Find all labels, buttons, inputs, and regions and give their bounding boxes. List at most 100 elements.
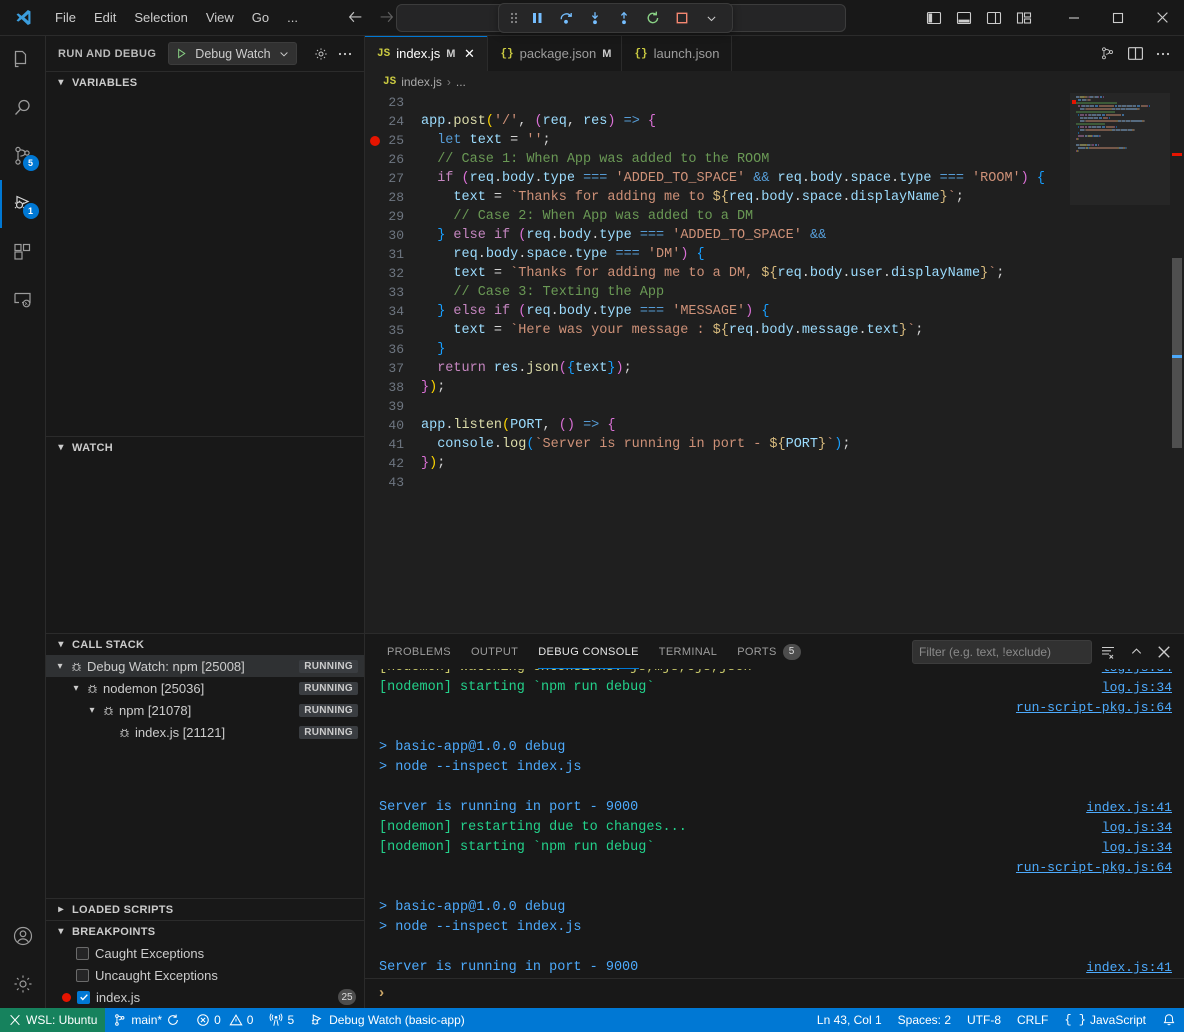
breakpoint-dot-icon[interactable]	[370, 136, 380, 146]
minimize-icon[interactable]	[1052, 0, 1096, 36]
code-line[interactable]: 35 text = `Here was your message : ${req…	[365, 321, 1184, 340]
status-encoding[interactable]: UTF-8	[959, 1008, 1009, 1032]
more-editor-actions-icon[interactable]	[1150, 41, 1176, 67]
open-launch-json-button[interactable]	[310, 43, 332, 65]
activitybar-item-source-control[interactable]: 5	[0, 132, 46, 180]
pane-header-breakpoints[interactable]: ▾ BREAKPOINTS	[46, 920, 364, 942]
debug-configuration-selector[interactable]: Debug Watch	[168, 42, 296, 65]
chevron-down-icon[interactable]: ▾	[84, 705, 100, 716]
call-stack-row[interactable]: ▾ npm [21078] RUNNING	[46, 699, 364, 721]
console-source-link[interactable]: index.js:41	[1086, 958, 1172, 978]
menu-view[interactable]: View	[197, 7, 243, 28]
panel-tab-terminal[interactable]: TERMINAL	[649, 634, 727, 669]
breadcrumb-tail[interactable]: ...	[456, 75, 466, 89]
line-number[interactable]: 34	[365, 302, 413, 321]
layout-sidebar-left-icon[interactable]	[920, 6, 948, 30]
breakpoint-row-index-js[interactable]: index.js 25	[46, 986, 364, 1008]
code-editor[interactable]: 23 24app.post('/', (req, res) => {25 let…	[365, 93, 1184, 633]
status-problems[interactable]: 0 0	[188, 1008, 261, 1032]
code-line[interactable]: 26 // Case 1: When App was added to the …	[365, 150, 1184, 169]
console-source-link[interactable]: run-script-pkg.js:64	[1016, 698, 1172, 718]
console-line[interactable]	[365, 938, 1184, 958]
status-language-mode[interactable]: { } JavaScript	[1056, 1008, 1154, 1032]
line-number[interactable]: 25	[365, 131, 413, 150]
maximize-panel-icon[interactable]	[1124, 640, 1148, 664]
status-eol[interactable]: CRLF	[1009, 1008, 1056, 1032]
code-line[interactable]: 25 let text = '';	[365, 131, 1184, 150]
line-number[interactable]: 24	[365, 112, 413, 131]
breakpoint-row-uncaught-exceptions[interactable]: Uncaught Exceptions	[46, 964, 364, 986]
console-line[interactable]: [nodemon] starting `npm run debug`log.js…	[365, 678, 1184, 698]
menu-edit[interactable]: Edit	[85, 7, 125, 28]
views-and-more-actions-button[interactable]	[334, 43, 356, 65]
code-line[interactable]: 31 req.body.space.type === 'DM') {	[365, 245, 1184, 264]
console-source-link[interactable]: run-script-pkg.js:64	[1016, 858, 1172, 878]
pane-header-call-stack[interactable]: ▾ CALL STACK	[46, 633, 364, 655]
activitybar-item-manage-settings[interactable]	[0, 960, 46, 1008]
panel-tab-problems[interactable]: PROBLEMS	[377, 634, 461, 669]
code-line[interactable]: 32 text = `Thanks for adding me to a DM,…	[365, 264, 1184, 283]
split-editor-icon[interactable]	[1122, 41, 1148, 67]
line-number[interactable]: 36	[365, 340, 413, 359]
play-icon[interactable]	[175, 47, 188, 60]
line-number[interactable]: 33	[365, 283, 413, 302]
panel-tab-ports[interactable]: PORTS 5	[727, 634, 810, 669]
console-line[interactable]: [nodemon] starting `npm run debug`log.js…	[365, 838, 1184, 858]
console-line[interactable]: > basic-app@1.0.0 debug	[365, 738, 1184, 758]
line-number[interactable]: 31	[365, 245, 413, 264]
code-line[interactable]: 36 }	[365, 340, 1184, 359]
code-line[interactable]: 34 } else if (req.body.type === 'MESSAGE…	[365, 302, 1184, 321]
breakpoint-checkbox[interactable]	[76, 969, 89, 982]
sync-icon[interactable]	[166, 1013, 180, 1027]
code-line[interactable]: 23	[365, 93, 1184, 112]
step-over-button[interactable]	[553, 6, 579, 30]
console-line[interactable]: > basic-app@1.0.0 debug	[365, 898, 1184, 918]
pane-header-loaded-scripts[interactable]: ▸ LOADED SCRIPTS	[46, 898, 364, 920]
drag-grip-icon[interactable]	[507, 6, 521, 30]
line-number[interactable]: 35	[365, 321, 413, 340]
activitybar-item-search[interactable]	[0, 84, 46, 132]
console-line[interactable]: run-script-pkg.js:64	[365, 698, 1184, 718]
activitybar-item-extensions[interactable]	[0, 228, 46, 276]
status-ports[interactable]: 5	[261, 1008, 302, 1032]
activitybar-item-remote-explorer[interactable]	[0, 276, 46, 324]
line-number[interactable]: 29	[365, 207, 413, 226]
minimap[interactable]	[1070, 93, 1170, 633]
code-line[interactable]: 38});	[365, 378, 1184, 397]
console-line[interactable]: [nodemon] watching extensions: js,mjs,cj…	[365, 669, 1184, 678]
menu-file[interactable]: File	[46, 7, 85, 28]
code-line[interactable]: 41 console.log(`Server is running in por…	[365, 435, 1184, 454]
code-line[interactable]: 29 // Case 2: When App was added to a DM	[365, 207, 1184, 226]
menu-go[interactable]: Go	[243, 7, 278, 28]
layout-panel-icon[interactable]	[950, 6, 978, 30]
console-line[interactable]: [nodemon] restarting due to changes...lo…	[365, 818, 1184, 838]
line-number[interactable]: 42	[365, 454, 413, 473]
code-line[interactable]: 28 text = `Thanks for adding me to ${req…	[365, 188, 1184, 207]
editor-vertical-scrollbar[interactable]	[1170, 93, 1184, 633]
status-branch[interactable]: main*	[105, 1008, 188, 1032]
code-line[interactable]: 43	[365, 473, 1184, 492]
code-line[interactable]: 40app.listen(PORT, () => {	[365, 416, 1184, 435]
menu-more[interactable]: ...	[278, 7, 307, 28]
code-line[interactable]: 37 return res.json({text});	[365, 359, 1184, 378]
step-out-button[interactable]	[611, 6, 637, 30]
layout-sidebar-right-icon[interactable]	[980, 6, 1008, 30]
console-line[interactable]: Server is running in port - 9000index.js…	[365, 958, 1184, 978]
console-line[interactable]: Server is running in port - 9000index.js…	[365, 798, 1184, 818]
chevron-down-icon[interactable]: ▾	[68, 683, 84, 694]
editor-tab-index-js[interactable]: JS index.js M ✕	[365, 36, 488, 71]
close-panel-icon[interactable]	[1152, 640, 1176, 664]
breakpoint-checkbox[interactable]	[77, 991, 90, 1004]
menu-selection[interactable]: Selection	[125, 7, 196, 28]
status-notifications[interactable]	[1154, 1008, 1184, 1032]
console-line[interactable]: run-script-pkg.js:64	[365, 858, 1184, 878]
console-line[interactable]	[365, 718, 1184, 738]
line-number[interactable]: 28	[365, 188, 413, 207]
status-remote-host[interactable]: WSL: Ubuntu	[0, 1008, 105, 1032]
line-number[interactable]: 23	[365, 93, 413, 112]
code-line[interactable]: 39	[365, 397, 1184, 416]
scrollbar-thumb[interactable]	[1172, 258, 1182, 448]
console-line[interactable]	[365, 878, 1184, 898]
console-source-link[interactable]: log.js:34	[1102, 669, 1172, 678]
line-number[interactable]: 43	[365, 473, 413, 492]
